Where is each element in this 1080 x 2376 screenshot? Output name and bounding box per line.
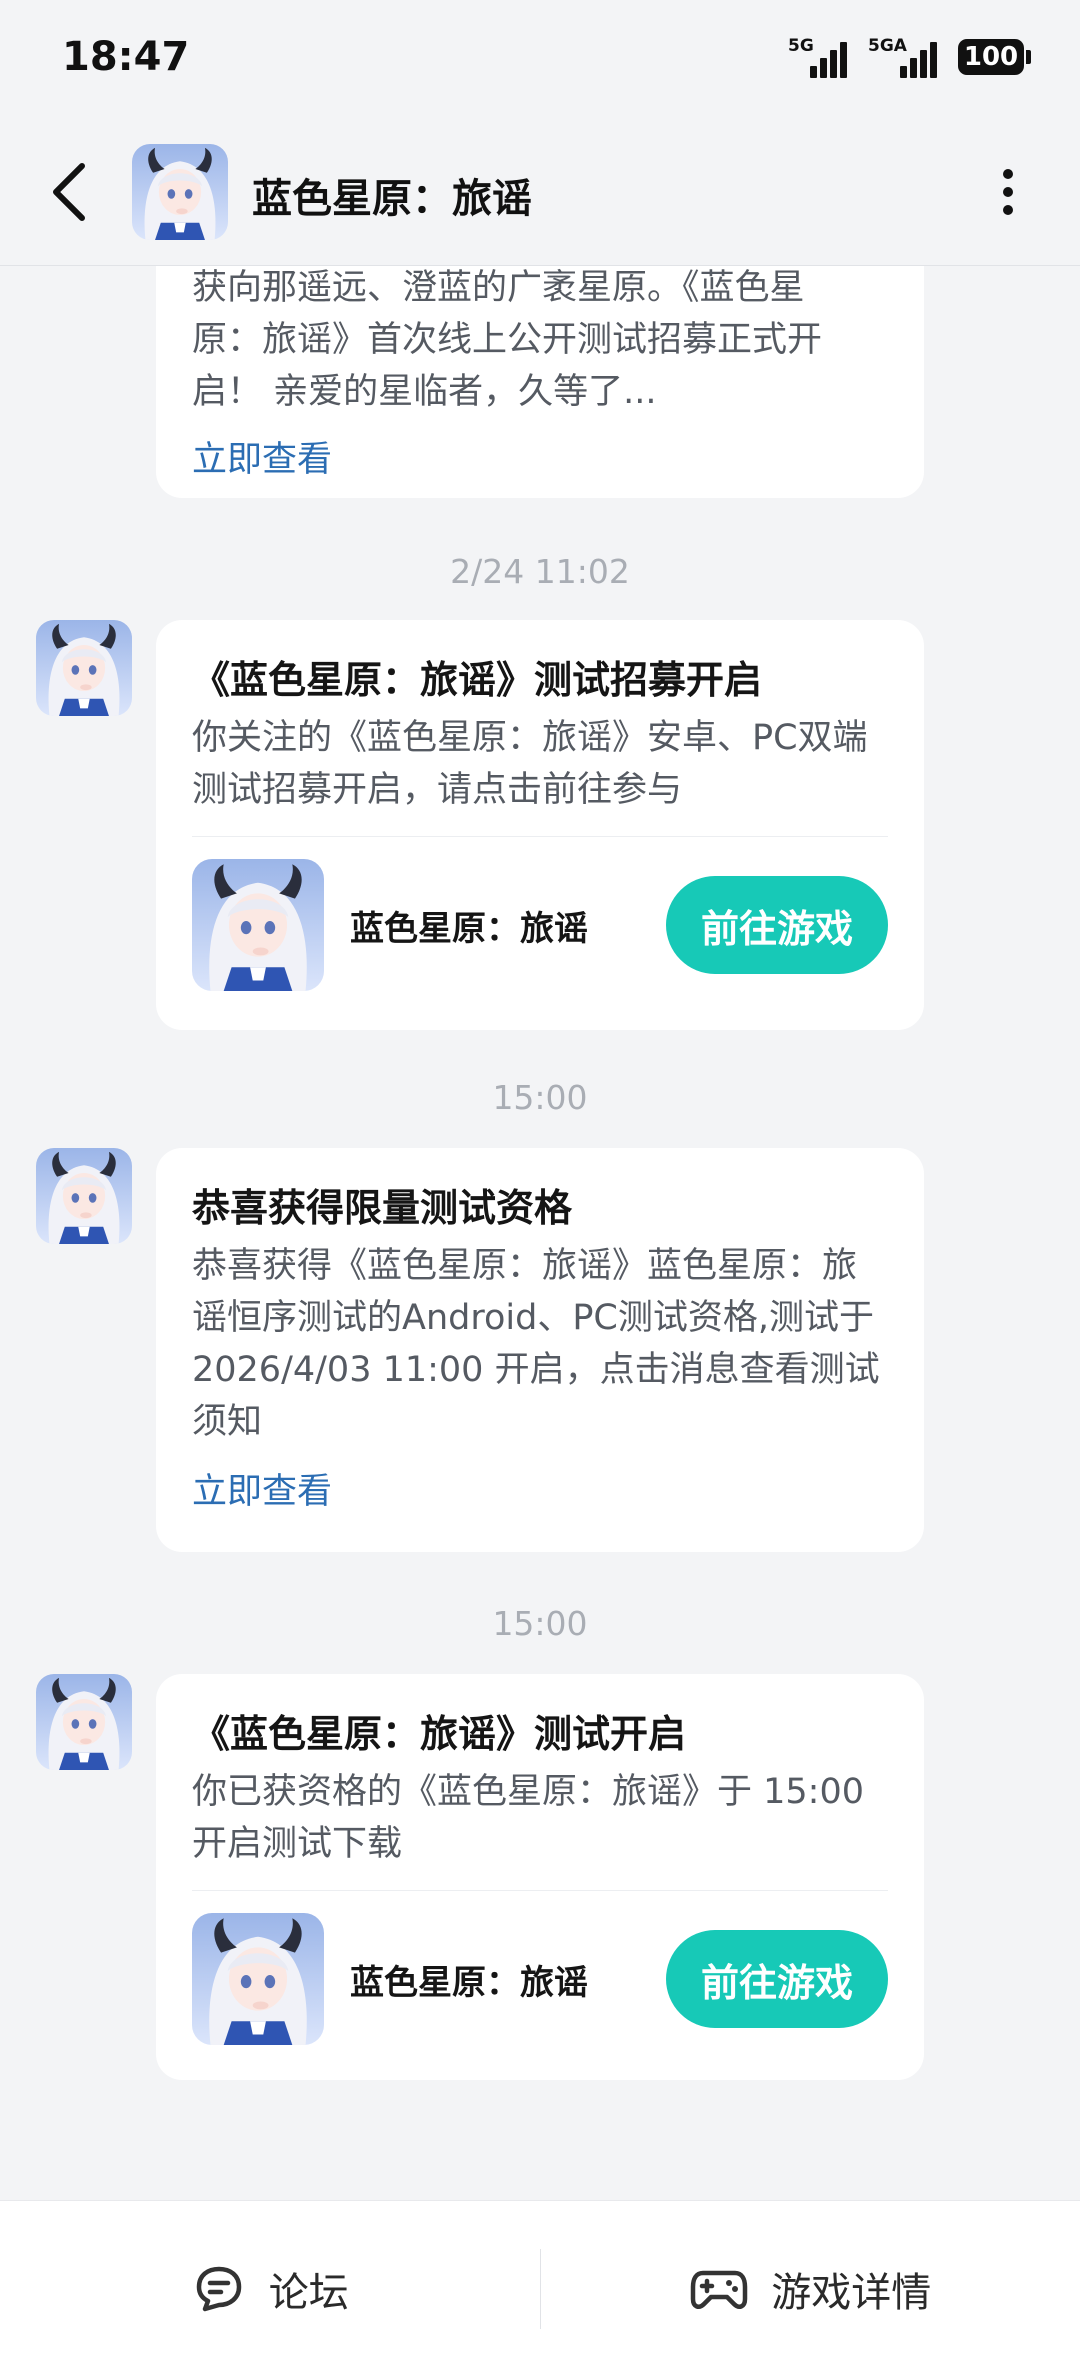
message-card[interactable]: 《蓝色星原：旅谣》测试开启 你已获资格的《蓝色星原：旅谣》于 15:00 开启测… — [156, 1674, 924, 2080]
bottom-action-bar: 论坛 游戏详情 — [0, 2200, 1080, 2376]
page-title: 蓝色星原：旅谣 — [252, 176, 532, 222]
sender-avatar[interactable] — [36, 1674, 132, 1770]
gamepad-icon — [691, 2270, 748, 2309]
game-thumbnail[interactable] — [192, 1913, 324, 2045]
signal-5g-icon: 5G — [788, 36, 850, 78]
forum-label: 论坛 — [268, 2269, 349, 2316]
message-body: 你关注的《蓝色星原：旅谣》安卓、PC双端 测试招募开启，请点击前往参与 — [192, 718, 868, 810]
message-timestamp: 2/24 11:02 — [450, 552, 630, 591]
message-body: 恭喜获得《蓝色星原：旅谣》蓝色星原：旅 谣恒序测试的Android、PC测试资格… — [192, 1246, 880, 1442]
back-button[interactable] — [42, 156, 102, 228]
view-now-link[interactable]: 立即查看 — [192, 434, 888, 486]
status-bar: 18:47 5G 5GA 100 — [0, 0, 1080, 118]
game-name: 蓝色星原：旅谣 — [350, 1962, 588, 2003]
forum-button[interactable]: 论坛 — [0, 2201, 540, 2376]
game-row[interactable]: 蓝色星原：旅谣 前往游戏 — [192, 1891, 888, 2067]
chat-bubble-icon — [196, 2266, 241, 2311]
sender-avatar[interactable] — [36, 620, 132, 716]
status-time: 18:47 — [62, 34, 190, 80]
message-timestamp: 15:00 — [492, 1604, 588, 1643]
message-body: 你已获资格的《蓝色星原：旅谣》于 15:00 开启测试下载 — [192, 1772, 864, 1864]
battery-icon: 100 — [958, 39, 1031, 75]
top-navigation: 蓝色星原：旅谣 — [0, 118, 1080, 266]
game-row[interactable]: 蓝色星原：旅谣 前往游戏 — [192, 837, 888, 1013]
game-details-label: 游戏详情 — [771, 2269, 932, 2316]
more-button[interactable] — [978, 156, 1038, 228]
go-to-game-button[interactable]: 前往游戏 — [666, 1930, 888, 2028]
chevron-left-icon — [53, 163, 85, 221]
game-name: 蓝色星原：旅谣 — [350, 908, 588, 949]
message-timestamp: 15:00 — [492, 1078, 588, 1117]
message-card[interactable]: 获向那遥远、澄蓝的广袤星原。《蓝色星 原：旅谣》首次线上公开测试招募正式开 启！… — [156, 266, 924, 498]
message-title: 《蓝色星原：旅谣》测试开启 — [192, 1712, 687, 1756]
message-feed[interactable]: 获向那遥远、澄蓝的广袤星原。《蓝色星 原：旅谣》首次线上公开测试招募正式开 启！… — [0, 266, 1080, 2200]
message-title: 恭喜获得限量测试资格 — [192, 1186, 573, 1230]
game-details-button[interactable]: 游戏详情 — [541, 2201, 1080, 2376]
view-now-link[interactable]: 立即查看 — [192, 1466, 888, 1518]
message-title: 《蓝色星原：旅谣》测试招募开启 — [192, 658, 763, 702]
sender-avatar[interactable] — [36, 1148, 132, 1244]
message-card[interactable]: 恭喜获得限量测试资格 恭喜获得《蓝色星原：旅谣》蓝色星原：旅 谣恒序测试的And… — [156, 1148, 924, 1552]
status-icons: 5G 5GA 100 — [788, 36, 1031, 78]
go-to-game-button[interactable]: 前往游戏 — [666, 876, 888, 974]
more-vertical-icon — [1003, 169, 1013, 215]
signal-5ga-icon: 5GA — [868, 36, 940, 78]
message-card[interactable]: 《蓝色星原：旅谣》测试招募开启 你关注的《蓝色星原：旅谣》安卓、PC双端 测试招… — [156, 620, 924, 1030]
game-avatar[interactable] — [132, 144, 228, 240]
message-body: 获向那遥远、澄蓝的广袤星原。《蓝色星 原：旅谣》首次线上公开测试招募正式开 启！… — [192, 268, 823, 412]
game-thumbnail[interactable] — [192, 859, 324, 991]
